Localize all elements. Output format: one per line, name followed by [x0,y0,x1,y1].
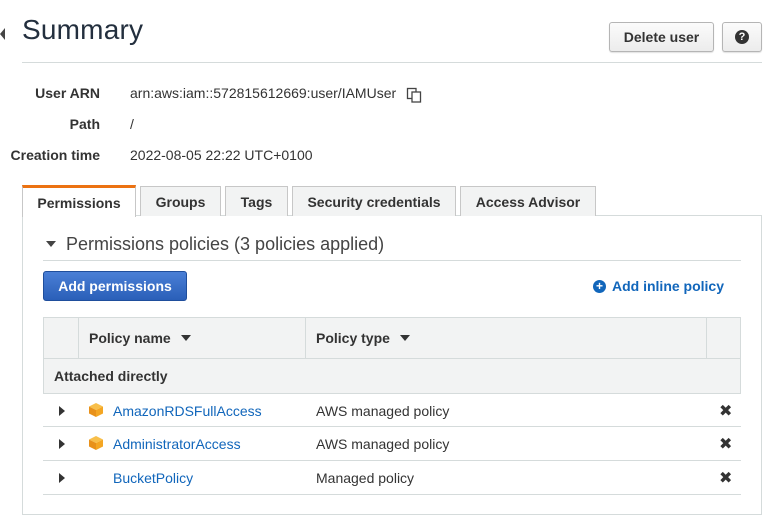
path-value: / [130,116,134,132]
tab-security-credentials[interactable]: Security credentials [292,186,456,216]
policy-type: AWS managed policy [316,403,450,419]
group-label: Attached directly [54,368,168,384]
user-arn-value: arn:aws:iam::572815612669:user/IAMUser [130,85,397,101]
help-icon: ? [735,30,749,44]
column-divider [305,318,306,360]
title-divider [22,62,762,63]
path-label: Path [69,116,100,132]
column-divider [706,318,707,360]
user-arn-label: User ARN [35,85,100,101]
tab-tags[interactable]: Tags [225,186,288,216]
policy-name-link[interactable]: AdministratorAccess [113,436,241,452]
aws-managed-cube-icon [89,403,103,417]
policy-name-link[interactable]: BucketPolicy [113,470,193,486]
table-header: Policy name Policy type [43,317,741,360]
creation-time-label: Creation time [10,147,100,163]
policy-type-header-label: Policy type [316,330,390,346]
tab-groups[interactable]: Groups [140,186,221,216]
remove-policy-icon[interactable]: ✖ [719,401,732,421]
column-header-policy-name[interactable]: Policy name [89,330,191,346]
tab-permissions[interactable]: Permissions [22,185,136,217]
column-divider [78,318,79,360]
plus-circle-icon: + [593,279,606,293]
policy-name-link[interactable]: AmazonRDSFullAccess [113,403,262,419]
expand-row-caret-icon[interactable] [59,439,65,449]
group-row-attached-directly: Attached directly [43,359,741,393]
table-row: BucketPolicy Managed policy ✖ [43,461,741,495]
delete-user-button[interactable]: Delete user [609,22,714,52]
tab-access-advisor[interactable]: Access Advisor [460,186,596,216]
permissions-section-title[interactable]: Permissions policies (3 policies applied… [66,234,384,255]
help-button[interactable]: ? [722,22,762,52]
policy-name-header-label: Policy name [89,330,171,346]
page-title: Summary [22,14,144,45]
back-caret-icon[interactable] [0,28,5,40]
copy-icon[interactable] [406,87,422,103]
sort-caret-icon [180,335,191,341]
add-permissions-button[interactable]: Add permissions [43,271,187,301]
collapse-caret-icon[interactable] [46,241,56,247]
creation-time-value: 2022-08-05 22:22 UTC+0100 [130,147,313,163]
sort-caret-icon [399,335,410,341]
add-inline-policy-link[interactable]: + Add inline policy [593,278,724,294]
remove-policy-icon[interactable]: ✖ [719,468,732,488]
table-row: AmazonRDSFullAccess AWS managed policy ✖ [43,393,741,427]
policy-type: AWS managed policy [316,436,450,452]
remove-policy-icon[interactable]: ✖ [719,434,732,454]
expand-row-caret-icon[interactable] [59,406,65,416]
table-row: AdministratorAccess AWS managed policy ✖ [43,427,741,461]
section-divider [43,260,741,261]
expand-row-caret-icon[interactable] [59,473,65,483]
column-header-policy-type[interactable]: Policy type [316,330,410,346]
policy-type: Managed policy [316,470,415,486]
add-inline-policy-label: Add inline policy [612,278,725,294]
aws-managed-cube-icon [89,436,103,450]
